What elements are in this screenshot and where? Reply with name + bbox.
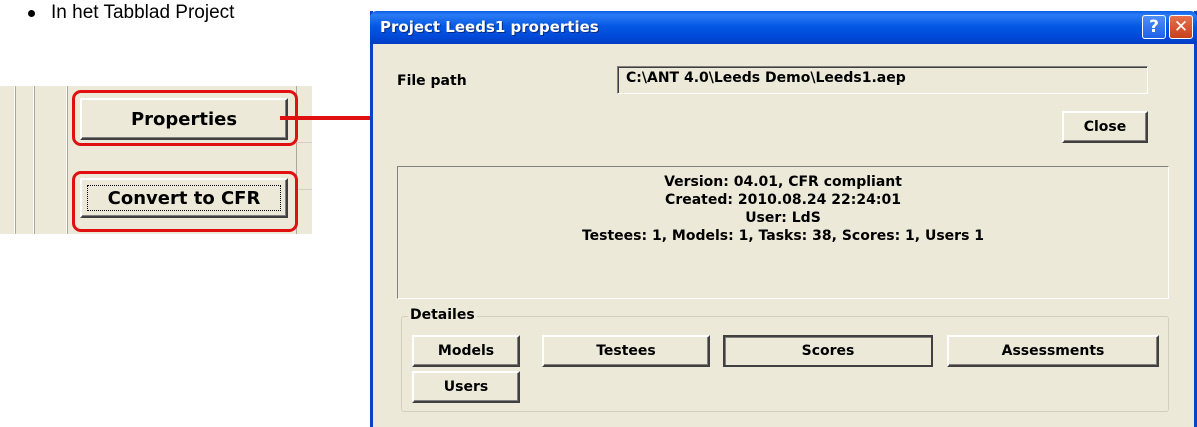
titlebar-close-button[interactable]: ✕: [1169, 15, 1193, 39]
testees-button[interactable]: Testees: [542, 335, 710, 367]
toolbar-divider: [67, 86, 68, 234]
models-button[interactable]: Models: [412, 335, 520, 367]
toolbar-row-line: [296, 189, 312, 190]
close-button[interactable]: Close: [1062, 111, 1148, 143]
version-text: Version: 04.01, CFR compliant: [664, 174, 902, 190]
project-properties-dialog: Project Leeds1 properties ? ✕ File path …: [370, 11, 1197, 427]
bullet-caption: In het Tabblad Project: [28, 0, 234, 26]
scores-button-label: Scores: [801, 343, 855, 359]
created-text: Created: 2010.08.24 22:24:01: [665, 192, 901, 208]
counts-text: Testees: 1, Models: 1, Tasks: 38, Scores…: [581, 228, 985, 244]
details-title: Detailes: [408, 307, 477, 323]
models-button-label: Models: [437, 343, 495, 359]
arrow-shaft: [280, 116, 382, 120]
testees-button-label: Testees: [596, 343, 656, 359]
file-path-label: File path: [397, 73, 467, 89]
toolbar-divider: [15, 86, 16, 234]
assessments-button-label: Assessments: [1001, 343, 1105, 359]
assessments-button[interactable]: Assessments: [947, 335, 1159, 367]
scores-button[interactable]: Scores: [723, 335, 933, 367]
project-info-panel: Version: 04.01, CFR compliant Created: 2…: [397, 166, 1169, 299]
toolbar-row-line: [296, 142, 312, 143]
help-button[interactable]: ?: [1142, 15, 1166, 39]
convert-highlight: [72, 171, 298, 232]
bullet-dot: [28, 9, 35, 17]
dialog-title: Project Leeds1 properties: [380, 18, 599, 36]
properties-highlight: [72, 90, 298, 146]
details-groupbox: Detailes Models Testees Scores Assessmen…: [401, 307, 1169, 412]
toolbar-divider: [34, 86, 35, 234]
help-icon: ?: [1149, 17, 1159, 37]
users-button[interactable]: Users: [412, 371, 520, 403]
user-text: User: LdS: [745, 210, 821, 226]
file-path-value: C:\ANT 4.0\Leeds Demo\Leeds1.aep: [626, 70, 906, 86]
users-button-label: Users: [443, 379, 489, 395]
file-path-field[interactable]: C:\ANT 4.0\Leeds Demo\Leeds1.aep: [617, 66, 1148, 94]
bullet-text: In het Tabblad Project: [51, 2, 235, 23]
dialog-titlebar[interactable]: Project Leeds1 properties ? ✕: [370, 11, 1197, 44]
close-icon: ✕: [1173, 17, 1189, 37]
close-button-label: Close: [1083, 119, 1127, 135]
